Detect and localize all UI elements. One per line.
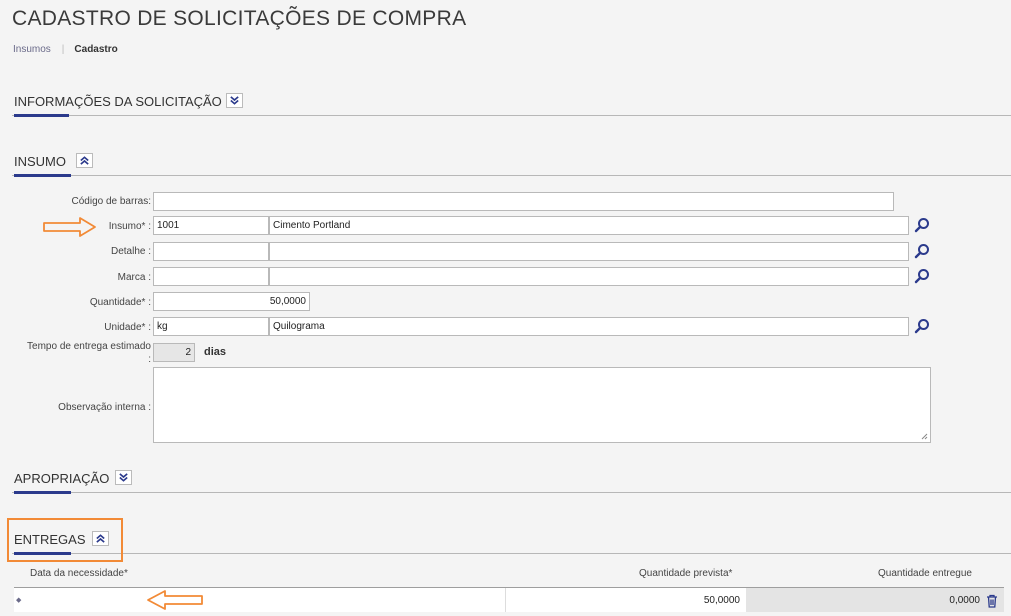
insumo-name-input[interactable] (269, 216, 909, 235)
detalhe-code-input[interactable] (153, 242, 269, 261)
detalhe-label: Detalhe : (110, 246, 151, 257)
breadcrumb-current: Cadastro (74, 44, 118, 55)
section-info-expand-button[interactable] (226, 93, 243, 108)
double-chevron-down-icon (119, 473, 128, 482)
quantidade-prevista-cell[interactable]: 50,0000 (506, 588, 746, 612)
unidade-code-input[interactable] (153, 317, 269, 336)
insumo-label: Insumo* : (108, 221, 151, 232)
marca-name-input[interactable] (269, 267, 909, 286)
entregas-highlight-box (7, 518, 123, 562)
detalhe-name-input[interactable] (269, 242, 909, 261)
barcode-input[interactable] (153, 192, 894, 211)
search-icon (914, 269, 929, 284)
quantidade-prevista-value: 50,0000 (703, 594, 740, 606)
row-marker-icon: ◆ (16, 597, 22, 604)
page-title: CADASTRO DE SOLICITAÇÕES DE COMPRA (12, 7, 467, 30)
quantidade-entregue-value: 0,0000 (949, 594, 980, 606)
column-header-quantidade-prevista[interactable]: Quantidade prevista* (639, 568, 732, 579)
observacao-label: Observação interna : (58, 402, 151, 413)
insumo-code-input[interactable] (153, 216, 269, 235)
tempo-entrega-unit: dias (204, 346, 227, 358)
orange-arrow-left-icon (147, 590, 203, 610)
resize-grip-icon[interactable] (920, 432, 928, 440)
column-header-data-necessidade[interactable]: Data da necessidade* (30, 568, 128, 579)
search-icon (914, 218, 929, 233)
trash-icon[interactable] (986, 594, 998, 608)
unidade-name-input[interactable] (269, 317, 909, 336)
orange-arrow-right-icon (43, 217, 96, 237)
section-entregas-header: ENTREGAS (12, 528, 1011, 555)
double-chevron-up-icon (80, 156, 89, 165)
unidade-search-button[interactable] (914, 318, 930, 334)
tempo-entrega-input (153, 343, 195, 362)
column-header-quantidade-entregue[interactable]: Quantidade entregue (878, 568, 972, 579)
quantidade-entregue-cell: 0,0000 (746, 588, 1004, 612)
quantidade-input[interactable] (153, 292, 310, 311)
section-apropriacao-header: APROPRIAÇÃO (12, 467, 1011, 494)
double-chevron-down-icon (230, 96, 239, 105)
breadcrumb-insumos-link[interactable]: Insumos (13, 44, 51, 55)
insumo-search-button[interactable] (914, 217, 930, 233)
search-icon (914, 319, 929, 334)
section-apropriacao-expand-button[interactable] (115, 470, 132, 485)
observacao-textarea[interactable] (153, 367, 931, 443)
marca-search-button[interactable] (914, 268, 930, 284)
section-insumo-collapse-button[interactable] (76, 153, 93, 168)
quantidade-label: Quantidade* : (89, 297, 151, 308)
marca-label: Marca : (117, 272, 151, 283)
data-necessidade-cell[interactable]: ◆ (14, 588, 506, 612)
breadcrumb: Insumos | Cadastro (13, 44, 118, 55)
unidade-label: Unidade* : (104, 322, 151, 333)
section-insumo-header: INSUMO (12, 150, 1011, 177)
barcode-label: Código de barras: (71, 196, 152, 207)
marca-code-input[interactable] (153, 267, 269, 286)
detalhe-search-button[interactable] (914, 243, 930, 259)
section-info-header: INFORMAÇÕES DA SOLICITAÇÃO (12, 90, 1011, 117)
tempo-entrega-label-colon: : (148, 354, 151, 365)
tempo-entrega-label: Tempo de entrega estimado (27, 341, 151, 352)
search-icon (914, 244, 929, 259)
section-apropriacao-title: APROPRIAÇÃO (14, 471, 110, 486)
section-insumo-title: INSUMO (14, 154, 66, 169)
breadcrumb-separator: | (61, 44, 65, 55)
section-info-title: INFORMAÇÕES DA SOLICITAÇÃO (14, 94, 222, 109)
